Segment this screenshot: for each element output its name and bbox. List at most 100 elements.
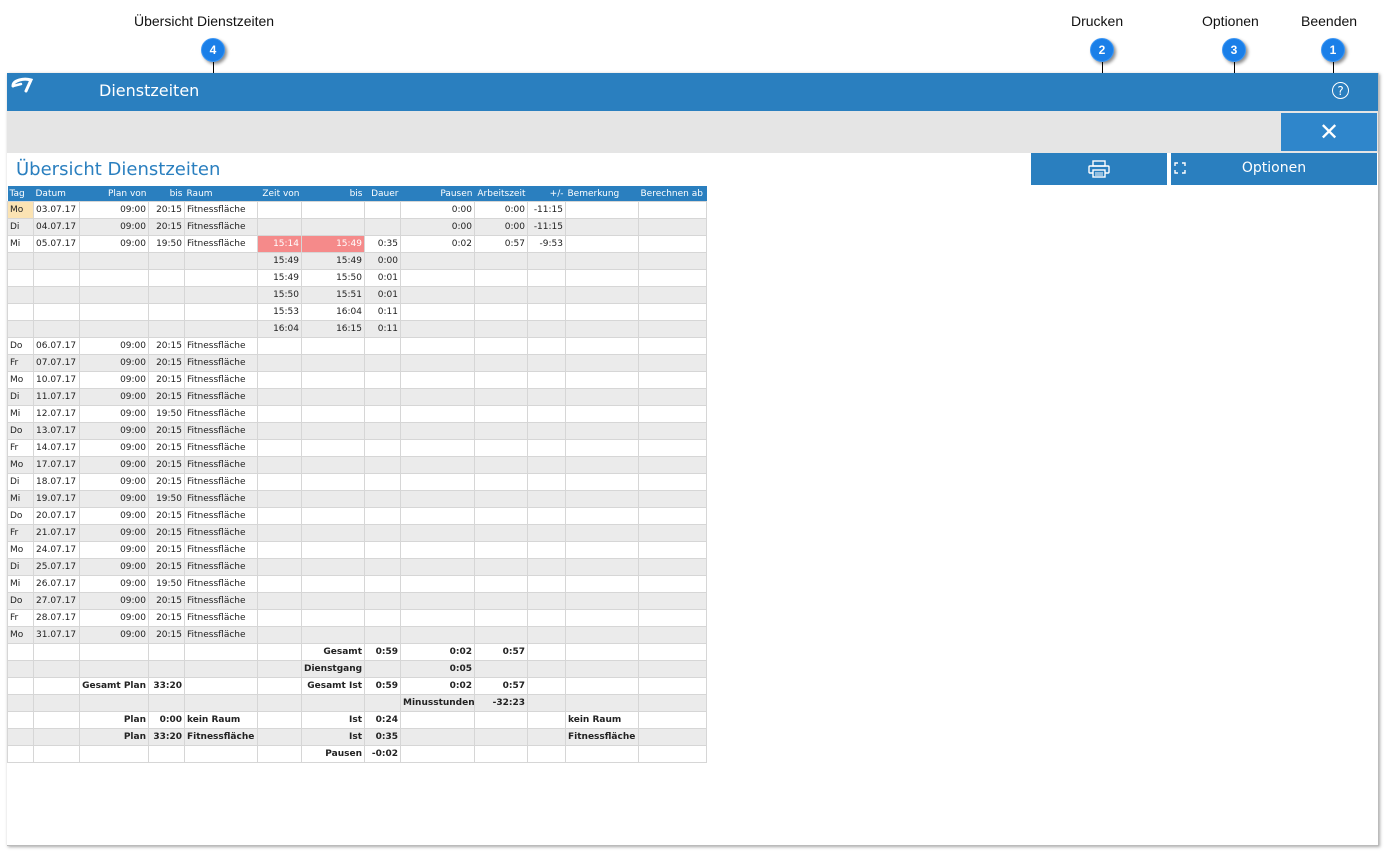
summary-row[interactable]: Minusstunden -32:23	[7, 694, 707, 712]
table-row[interactable]: Mi 12.07.17 09:00 19:50 Fitnessfläche	[7, 405, 707, 423]
toolbar	[7, 111, 1378, 153]
cell-plan-bis: 33:20	[148, 728, 185, 746]
cell-pausen	[400, 711, 475, 729]
table-row[interactable]: 15:49 15:49 0:00	[7, 252, 707, 270]
help-icon[interactable]: ?	[1332, 82, 1349, 99]
table-row[interactable]: Do 20.07.17 09:00 20:15 Fitnessfläche	[7, 507, 707, 525]
cell-plan-von: Plan	[79, 728, 149, 746]
cell-plan-bis: 20:15	[148, 524, 185, 542]
cell-pausen	[400, 745, 475, 763]
cell-zeit-bis: Dienstgang	[301, 660, 365, 678]
cell-raum: Fitnessfläche	[184, 575, 258, 593]
table-row[interactable]: Di 18.07.17 09:00 20:15 Fitnessfläche	[7, 473, 707, 491]
table-row[interactable]: Di 04.07.17 09:00 20:15 Fitnessfläche 0:00 0:0…	[7, 218, 707, 236]
column-header-plan-bis[interactable]: bis	[148, 186, 185, 202]
cell-bemerkung: Fitnessfläche	[565, 728, 639, 746]
column-header-saldo[interactable]: +/-	[527, 186, 566, 202]
summary-row[interactable]: Plan 33:20 Fitnessfläche Ist 0:35 Fitnessfläc…	[7, 728, 707, 746]
cell-zeit-von	[257, 541, 302, 559]
table-row[interactable]: Fr 07.07.17 09:00 20:15 Fitnessfläche	[7, 354, 707, 372]
cell-berechnen-ab	[638, 218, 707, 236]
table-row[interactable]: Do 27.07.17 09:00 20:15 Fitnessfläche	[7, 592, 707, 610]
cell-berechnen-ab	[638, 490, 707, 508]
table-row[interactable]: Mo 17.07.17 09:00 20:15 Fitnessfläche	[7, 456, 707, 474]
column-header-pausen[interactable]: Pausen	[400, 186, 475, 202]
table-row[interactable]: Do 13.07.17 09:00 20:15 Fitnessfläche	[7, 422, 707, 440]
column-header-arbeitszeit[interactable]: Arbeitszeit	[474, 186, 528, 202]
table-row[interactable]: Mo 24.07.17 09:00 20:15 Fitnessfläche	[7, 541, 707, 559]
cell-zeit-bis: 15:50	[301, 269, 365, 287]
cell-plan-von: 09:00	[79, 541, 149, 559]
cell-berechnen-ab	[638, 575, 707, 593]
table-row[interactable]: Mi 26.07.17 09:00 19:50 Fitnessfläche	[7, 575, 707, 593]
cell-pausen	[400, 575, 475, 593]
cell-saldo	[527, 524, 566, 542]
cell-zeit-von	[257, 575, 302, 593]
cell-berechnen-ab	[638, 405, 707, 423]
table-row[interactable]: Fr 14.07.17 09:00 20:15 Fitnessfläche	[7, 439, 707, 457]
cell-datum	[33, 643, 80, 661]
cell-berechnen-ab	[638, 371, 707, 389]
cell-zeit-bis: Ist	[301, 711, 365, 729]
table-row[interactable]: 15:50 15:51 0:01	[7, 286, 707, 304]
cell-plan-bis: 0:00	[148, 711, 185, 729]
cell-zeit-von	[257, 354, 302, 372]
cell-bemerkung	[565, 422, 639, 440]
column-header-dauer[interactable]: Dauer	[364, 186, 401, 202]
cell-dauer	[364, 354, 401, 372]
cell-arbeitszeit	[474, 252, 528, 270]
table-row[interactable]: Mi 19.07.17 09:00 19:50 Fitnessfläche	[7, 490, 707, 508]
table-row[interactable]: Fr 28.07.17 09:00 20:15 Fitnessfläche	[7, 609, 707, 627]
table-row[interactable]: Mo 31.07.17 09:00 20:15 Fitnessfläche	[7, 626, 707, 644]
cell-bemerkung	[565, 456, 639, 474]
column-header-zeit-bis[interactable]: bis	[301, 186, 365, 202]
cell-datum	[33, 694, 80, 712]
cell-bemerkung	[565, 371, 639, 389]
table-row[interactable]: Do 06.07.17 09:00 20:15 Fitnessfläche	[7, 337, 707, 355]
cell-zeit-von	[257, 405, 302, 423]
table-row[interactable]: 15:49 15:50 0:01	[7, 269, 707, 287]
cell-tag: Di	[7, 388, 34, 406]
column-header-datum[interactable]: Datum	[33, 186, 80, 202]
column-header-zeit-von[interactable]: Zeit von	[257, 186, 302, 202]
table-row[interactable]: Di 11.07.17 09:00 20:15 Fitnessfläche	[7, 388, 707, 406]
table-row[interactable]: Fr 21.07.17 09:00 20:15 Fitnessfläche	[7, 524, 707, 542]
column-header-bemerkung[interactable]: Bemerkung	[565, 186, 639, 202]
cell-plan-von: 09:00	[79, 201, 149, 219]
summary-row[interactable]: Plan 0:00 kein Raum Ist 0:24 kein Raum	[7, 711, 707, 729]
summary-row[interactable]: Gesamt Plan 33:20 Gesamt Ist 0:59 0:02 0:57	[7, 677, 707, 695]
cell-raum: Fitnessfläche	[184, 558, 258, 576]
summary-row[interactable]: Gesamt 0:59 0:02 0:57	[7, 643, 707, 661]
options-button[interactable]: Optionen	[1171, 153, 1377, 185]
title-bar: Dienstzeiten ?	[7, 73, 1378, 111]
cell-plan-von: 09:00	[79, 592, 149, 610]
cell-saldo	[527, 405, 566, 423]
cell-saldo	[527, 286, 566, 304]
cell-bemerkung	[565, 473, 639, 491]
table-row[interactable]: 16:04 16:15 0:11	[7, 320, 707, 338]
column-header-tag[interactable]: Tag	[7, 186, 34, 202]
column-header-raum[interactable]: Raum	[184, 186, 258, 202]
column-header-berechnen-ab[interactable]: Berechnen ab	[638, 186, 707, 202]
table-row[interactable]: Mo 03.07.17 09:00 20:15 Fitnessfläche 0:00 0:0…	[7, 201, 707, 219]
cell-dauer	[364, 694, 401, 712]
table-row[interactable]: Mo 10.07.17 09:00 20:15 Fitnessfläche	[7, 371, 707, 389]
summary-row[interactable]: Dienstgang 0:05	[7, 660, 707, 678]
cell-zeit-von	[257, 660, 302, 678]
summary-row[interactable]: Pausen -0:02	[7, 745, 707, 763]
cell-tag: Di	[7, 473, 34, 491]
close-button[interactable]: ✕	[1281, 113, 1377, 151]
cell-zeit-bis: Gesamt Ist	[301, 677, 365, 695]
cell-arbeitszeit	[474, 626, 528, 644]
cell-zeit-von	[257, 456, 302, 474]
table-row[interactable]: Di 25.07.17 09:00 20:15 Fitnessfläche	[7, 558, 707, 576]
table-row[interactable]: 15:53 16:04 0:11	[7, 303, 707, 321]
cell-saldo	[527, 711, 566, 729]
table-row[interactable]: Mi 05.07.17 09:00 19:50 Fitnessfläche 15:14 15…	[7, 235, 707, 253]
column-header-plan-von[interactable]: Plan von	[79, 186, 149, 202]
print-button[interactable]	[1031, 153, 1167, 185]
cell-tag: Mi	[7, 235, 34, 253]
cell-saldo	[527, 473, 566, 491]
cell-tag: Fr	[7, 354, 34, 372]
cell-tag	[7, 728, 34, 746]
